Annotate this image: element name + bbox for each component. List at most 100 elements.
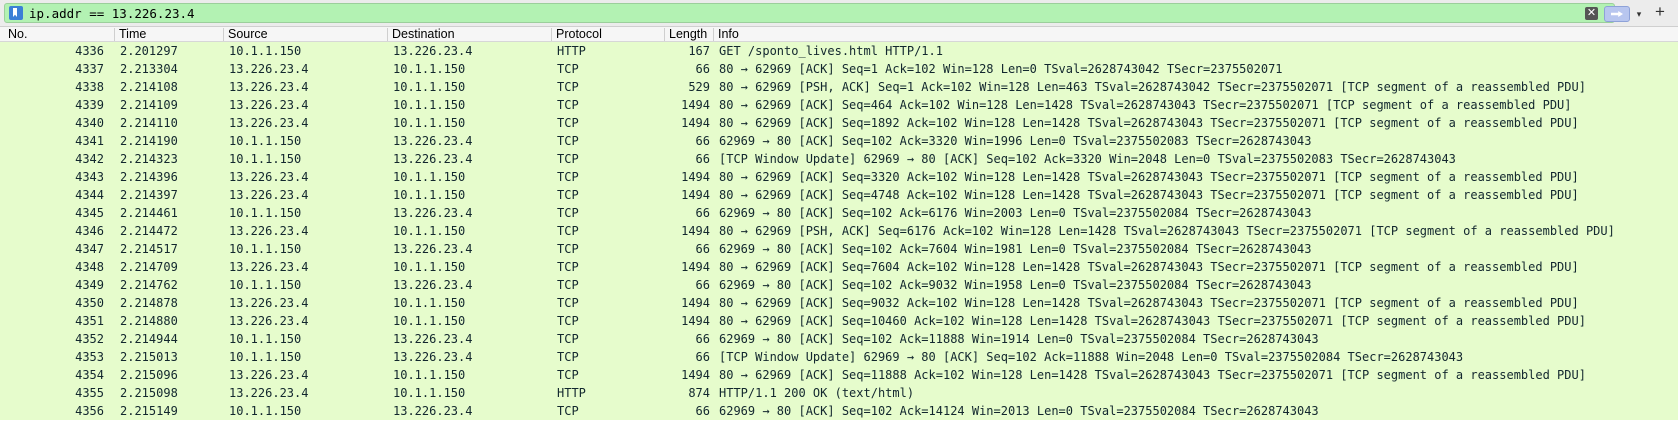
apply-filter-button[interactable] (1604, 6, 1630, 22)
packet-destination: 13.226.23.4 (393, 350, 473, 364)
bookmark-icon[interactable] (9, 6, 23, 20)
packet-info: 80 → 62969 [ACK] Seq=10460 Ack=102 Win=1… (719, 314, 1586, 328)
packet-row[interactable]: 4337 2.213304 13.226.23.4 10.1.1.150 TCP 66 80… (0, 60, 1678, 78)
packet-protocol: TCP (557, 62, 579, 76)
packet-source: 10.1.1.150 (229, 278, 302, 292)
packet-destination: 13.226.23.4 (393, 152, 473, 166)
packet-source: 10.1.1.150 (229, 152, 302, 166)
packet-info: 80 → 62969 [ACK] Seq=1 Ack=102 Win=128 L… (719, 62, 1283, 76)
packet-time: 2.214396 (120, 170, 178, 184)
packet-row[interactable]: 4349 2.214762 10.1.1.150 13.226.23.4 TCP 66 62… (0, 276, 1678, 294)
packet-length: 874 (688, 386, 710, 400)
packet-source: 13.226.23.4 (229, 224, 309, 238)
packet-protocol: TCP (557, 368, 579, 382)
packet-length: 529 (688, 80, 710, 94)
packet-row[interactable]: 4353 2.215013 10.1.1.150 13.226.23.4 TCP 66 [T… (0, 348, 1678, 366)
packet-length: 1494 (681, 260, 710, 274)
packet-row[interactable]: 4354 2.215096 13.226.23.4 10.1.1.150 TCP 1494… (0, 366, 1678, 384)
packet-info: 80 → 62969 [ACK] Seq=11888 Ack=102 Win=1… (719, 368, 1586, 382)
column-header-no[interactable]: No. (8, 27, 108, 42)
packet-info: HTTP/1.1 200 OK (text/html) (719, 386, 915, 400)
display-filter-field[interactable]: ✕ ▾ (4, 3, 1641, 23)
packet-number: 4338 (75, 80, 104, 94)
packet-time: 2.214109 (120, 98, 178, 112)
column-header-info[interactable]: Info (718, 27, 1618, 42)
column-header-protocol[interactable]: Protocol (556, 27, 666, 42)
column-header-length[interactable]: Length (669, 27, 710, 42)
column-divider[interactable] (114, 28, 115, 41)
column-header-source[interactable]: Source (228, 27, 383, 42)
packet-source: 13.226.23.4 (229, 80, 309, 94)
packet-time: 2.214108 (120, 80, 178, 94)
packet-source: 10.1.1.150 (229, 206, 302, 220)
packet-list: 4336 2.201297 10.1.1.150 13.226.23.4 HTTP 167… (0, 42, 1678, 420)
packet-info: 62969 → 80 [ACK] Seq=102 Ack=3320 Win=19… (719, 134, 1312, 148)
packet-length: 167 (688, 44, 710, 58)
packet-row[interactable]: 4352 2.214944 10.1.1.150 13.226.23.4 TCP 66 62… (0, 330, 1678, 348)
packet-number: 4356 (75, 404, 104, 418)
packet-source: 13.226.23.4 (229, 116, 309, 130)
packet-source: 13.226.23.4 (229, 188, 309, 202)
packet-source: 13.226.23.4 (229, 62, 309, 76)
packet-row[interactable]: 4351 2.214880 13.226.23.4 10.1.1.150 TCP 1494… (0, 312, 1678, 330)
packet-row[interactable]: 4348 2.214709 13.226.23.4 10.1.1.150 TCP 1494… (0, 258, 1678, 276)
packet-length: 66 (695, 350, 710, 364)
packet-row[interactable]: 4344 2.214397 13.226.23.4 10.1.1.150 TCP 1494… (0, 186, 1678, 204)
packet-time: 2.214709 (120, 260, 178, 274)
clear-icon[interactable]: ✕ (1585, 7, 1598, 20)
packet-length: 66 (695, 152, 710, 166)
packet-row[interactable]: 4343 2.214396 13.226.23.4 10.1.1.150 TCP 1494… (0, 168, 1678, 186)
packet-number: 4337 (75, 62, 104, 76)
packet-protocol: TCP (557, 206, 579, 220)
packet-row[interactable]: 4347 2.214517 10.1.1.150 13.226.23.4 TCP 66 62… (0, 240, 1678, 258)
packet-number: 4342 (75, 152, 104, 166)
packet-time: 2.214944 (120, 332, 178, 346)
packet-row[interactable]: 4338 2.214108 13.226.23.4 10.1.1.150 TCP 529 8… (0, 78, 1678, 96)
packet-row[interactable]: 4350 2.214878 13.226.23.4 10.1.1.150 TCP 1494… (0, 294, 1678, 312)
packet-time: 2.214323 (120, 152, 178, 166)
packet-length: 1494 (681, 98, 710, 112)
chevron-down-icon[interactable]: ▾ (1632, 6, 1646, 22)
packet-list-footer (0, 420, 1678, 426)
packet-row[interactable]: 4341 2.214190 10.1.1.150 13.226.23.4 TCP 66 62… (0, 132, 1678, 150)
packet-destination: 10.1.1.150 (393, 116, 466, 130)
packet-source: 10.1.1.150 (229, 350, 302, 364)
packet-info: 80 → 62969 [ACK] Seq=464 Ack=102 Win=128… (719, 98, 1572, 112)
display-filter-input[interactable] (29, 5, 1509, 23)
packet-row[interactable]: 4342 2.214323 10.1.1.150 13.226.23.4 TCP 66 [T… (0, 150, 1678, 168)
packet-length: 66 (695, 206, 710, 220)
column-header-time[interactable]: Time (119, 27, 219, 42)
packet-info: 62969 → 80 [ACK] Seq=102 Ack=14124 Win=2… (719, 404, 1319, 418)
packet-destination: 10.1.1.150 (393, 80, 466, 94)
packet-row[interactable]: 4336 2.201297 10.1.1.150 13.226.23.4 HTTP 167… (0, 42, 1678, 60)
packet-destination: 13.226.23.4 (393, 44, 473, 58)
packet-destination: 10.1.1.150 (393, 98, 466, 112)
packet-protocol: HTTP (557, 44, 586, 58)
column-divider[interactable] (664, 28, 665, 41)
packet-protocol: TCP (557, 260, 579, 274)
packet-row[interactable]: 4345 2.214461 10.1.1.150 13.226.23.4 TCP 66 62… (0, 204, 1678, 222)
packet-row[interactable]: 4339 2.214109 13.226.23.4 10.1.1.150 TCP 1494… (0, 96, 1678, 114)
packet-row[interactable]: 4356 2.215149 10.1.1.150 13.226.23.4 TCP 66 62… (0, 402, 1678, 420)
packet-number: 4354 (75, 368, 104, 382)
column-divider[interactable] (223, 28, 224, 41)
column-divider[interactable] (387, 28, 388, 41)
packet-info: 80 → 62969 [ACK] Seq=4748 Ack=102 Win=12… (719, 188, 1579, 202)
packet-time: 2.215098 (120, 386, 178, 400)
packet-number: 4351 (75, 314, 104, 328)
packet-number: 4355 (75, 386, 104, 400)
column-header-destination[interactable]: Destination (392, 27, 547, 42)
column-divider[interactable] (713, 28, 714, 41)
packet-number: 4343 (75, 170, 104, 184)
packet-source: 10.1.1.150 (229, 332, 302, 346)
packet-time: 2.214472 (120, 224, 178, 238)
packet-row[interactable]: 4340 2.214110 13.226.23.4 10.1.1.150 TCP 1494… (0, 114, 1678, 132)
packet-protocol: TCP (557, 98, 579, 112)
packet-source: 10.1.1.150 (229, 134, 302, 148)
add-filter-button[interactable]: + (1650, 2, 1670, 22)
column-divider[interactable] (551, 28, 552, 41)
packet-row[interactable]: 4355 2.215098 13.226.23.4 10.1.1.150 HTTP 874… (0, 384, 1678, 402)
packet-time: 2.215096 (120, 368, 178, 382)
packet-number: 4353 (75, 350, 104, 364)
packet-row[interactable]: 4346 2.214472 13.226.23.4 10.1.1.150 TCP 1494… (0, 222, 1678, 240)
